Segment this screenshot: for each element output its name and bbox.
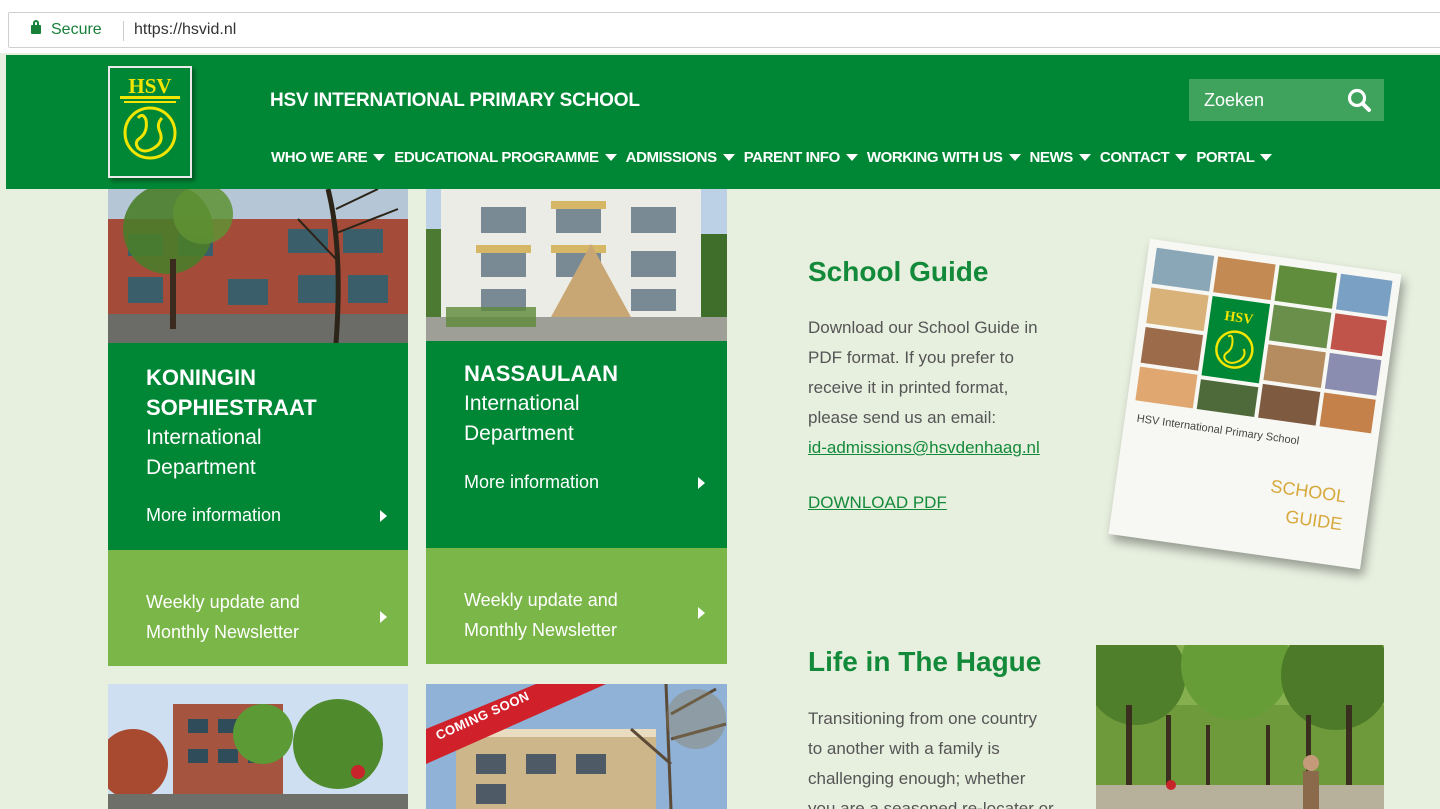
koningin-sophiestraat-card[interactable]: KONINGIN SOPHIESTRAAT International Depa… <box>108 343 408 550</box>
weekly-update-line2: Monthly Newsletter <box>464 620 618 640</box>
nav-label: WHO WE ARE <box>271 149 368 166</box>
nav-portal[interactable]: PORTAL <box>1196 149 1273 166</box>
download-pdf-link[interactable]: DOWNLOAD PDF <box>808 493 947 513</box>
nav-label: WORKING WITH US <box>866 149 1003 166</box>
url-bar[interactable]: Secure https://hsvid.nl <box>8 12 1440 48</box>
caret-down-icon <box>1008 154 1021 161</box>
life-in-the-hague-text: Transitioning from one country to anothe… <box>808 704 1054 809</box>
weekly-update-card[interactable]: Weekly update and Monthly Newsletter <box>426 548 727 664</box>
card-subtitle-line1: International <box>464 392 580 415</box>
fourth-location-photo[interactable]: COMING SOON <box>426 684 727 809</box>
brochure-title: SCHOOL GUIDE <box>1265 472 1348 538</box>
school-guide-line: please send us an email: <box>808 408 997 427</box>
school-guide-text: Download our School Guide in PDF format.… <box>808 313 1040 463</box>
school-guide-title: School Guide <box>808 256 989 287</box>
caret-down-icon <box>373 154 386 161</box>
school-guide-line: PDF format. If you prefer to <box>808 348 1014 367</box>
nav-educational-programme[interactable]: EDUCATIONAL PROGRAMME <box>394 149 617 166</box>
nav-admissions[interactable]: ADMISSIONS <box>626 149 735 166</box>
nav-label: EDUCATIONAL PROGRAMME <box>394 149 599 166</box>
nassaulaan-photo[interactable] <box>426 189 727 341</box>
nav-label: PORTAL <box>1196 149 1255 166</box>
nav-contact[interactable]: CONTACT <box>1099 149 1188 166</box>
caret-down-icon <box>845 154 858 161</box>
school-guide-line: receive it in printed format, <box>808 378 1009 397</box>
caret-down-icon <box>1078 154 1091 161</box>
search-input[interactable] <box>1189 79 1339 121</box>
admissions-email-link[interactable]: id-admissions@hsvdenhaag.nl <box>808 438 1040 457</box>
nav-label: ADMISSIONS <box>625 149 717 166</box>
school-logo[interactable]: HSV <box>108 66 192 178</box>
nassaulaan-card[interactable]: NASSAULAAN International Department More… <box>426 341 727 548</box>
nav-parent-info[interactable]: PARENT INFO <box>744 149 858 166</box>
card-subtitle-line2: Department <box>464 422 574 445</box>
card-title-line2: SOPHIESTRAAT <box>146 395 317 420</box>
url-text[interactable]: https://hsvid.nl <box>134 21 236 39</box>
caret-down-icon <box>722 154 735 161</box>
nav-working-with-us[interactable]: WORKING WITH US <box>867 149 1021 166</box>
weekly-update-card[interactable]: Weekly update and Monthly Newsletter <box>108 550 408 666</box>
nav-label: NEWS <box>1029 149 1074 166</box>
life-hague-line: challenging enough; whether <box>808 769 1026 788</box>
weekly-update-line2: Monthly Newsletter <box>146 622 300 642</box>
school-guide-line: Download our School Guide in <box>808 318 1038 337</box>
nav-label: CONTACT <box>1099 149 1170 166</box>
browser-address-bar: Secure https://hsvid.nl <box>0 0 1440 53</box>
life-in-the-hague-title: Life in The Hague <box>808 646 1042 677</box>
more-information-link[interactable]: More information <box>464 472 599 493</box>
nav-label: PARENT INFO <box>743 149 841 166</box>
card-title-line1: NASSAULAAN <box>464 361 618 386</box>
secure-label: Secure <box>51 21 102 38</box>
lock-icon <box>31 20 41 34</box>
card-title-line1: KONINGIN <box>146 365 256 390</box>
address-divider <box>123 21 124 41</box>
life-hague-line: to another with a family is <box>808 739 1000 758</box>
life-hague-line: you are a seasoned re-locater or <box>808 799 1054 809</box>
arrow-right-icon[interactable] <box>698 607 705 619</box>
life-hague-line: Transitioning from one country <box>808 709 1037 728</box>
school-guide-brochure[interactable]: HSV HSV International Primary School SCH… <box>1108 238 1402 570</box>
weekly-update-line1: Weekly update and <box>464 590 618 610</box>
arrow-right-icon[interactable] <box>698 477 705 489</box>
more-information-link[interactable]: More information <box>146 505 281 526</box>
caret-down-icon <box>604 154 617 161</box>
site-header: HSV HSV INTERNATIONAL PRIMARY SCHOOL WHO… <box>6 55 1440 189</box>
search-icon[interactable] <box>1345 86 1373 114</box>
arrow-right-icon[interactable] <box>380 510 387 522</box>
koningin-sophiestraat-photo[interactable] <box>108 189 408 343</box>
main-nav: WHO WE ARE EDUCATIONAL PROGRAMME ADMISSI… <box>271 149 1281 166</box>
nav-news[interactable]: NEWS <box>1030 149 1091 166</box>
logo-text: HSV <box>128 74 171 98</box>
weekly-update-line1: Weekly update and <box>146 592 300 612</box>
caret-down-icon <box>1175 154 1188 161</box>
card-subtitle-line2: Department <box>146 456 256 479</box>
life-in-the-hague-photo[interactable] <box>1096 645 1384 809</box>
arrow-right-icon[interactable] <box>380 611 387 623</box>
card-subtitle-line1: International <box>146 426 262 449</box>
caret-down-icon <box>1260 154 1273 161</box>
search-box <box>1189 79 1384 121</box>
third-location-photo[interactable] <box>108 684 408 809</box>
site-title[interactable]: HSV INTERNATIONAL PRIMARY SCHOOL <box>270 90 640 112</box>
nav-who-we-are[interactable]: WHO WE ARE <box>271 149 386 166</box>
